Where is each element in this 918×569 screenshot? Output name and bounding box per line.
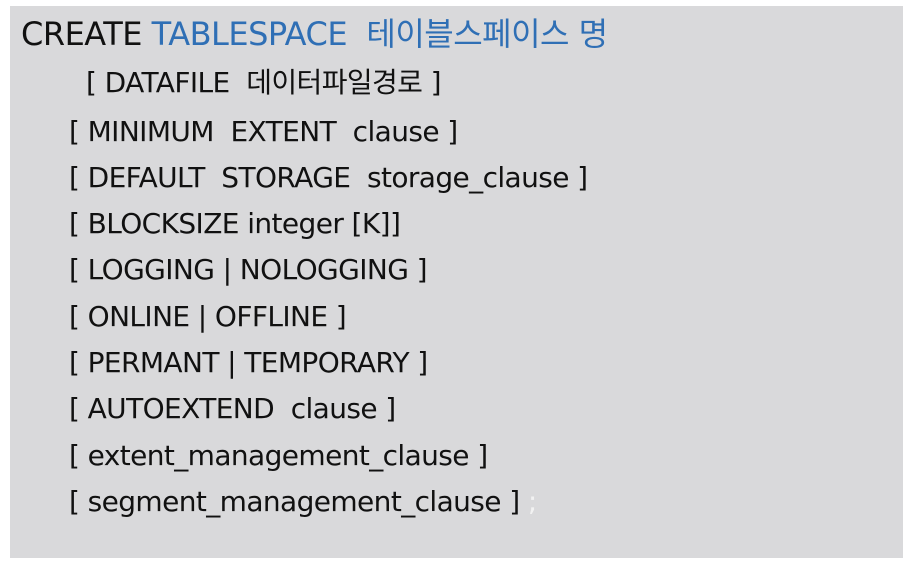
create-keyword: CREATE bbox=[21, 15, 142, 53]
blocksize-clause: [ BLOCKSIZE integer [K]] bbox=[69, 207, 401, 240]
segment-management-line: [ segment_management_clause ] ; bbox=[69, 488, 537, 516]
extent-management-clause: [ extent_management_clause ] bbox=[69, 439, 488, 472]
permanent-clause: [ PERMANT | TEMPORARY ] bbox=[69, 346, 428, 379]
statement-terminator: ; bbox=[519, 485, 537, 518]
statement-header: CREATE TABLESPACE 테이블스페이스 명 bbox=[21, 18, 608, 50]
online-clause: [ ONLINE | OFFLINE ] bbox=[69, 300, 347, 333]
default-storage-clause: [ DEFAULT STORAGE storage_clause ] bbox=[69, 161, 588, 194]
autoextend-clause: [ AUTOEXTEND clause ] bbox=[69, 392, 396, 425]
syntax-panel: CREATE TABLESPACE 테이블스페이스 명 [ DATAFILE 데… bbox=[10, 6, 903, 558]
tablespace-name-placeholder: 테이블스페이스 명 bbox=[366, 15, 608, 53]
minimum-extent-clause: [ MINIMUM EXTENT clause ] bbox=[69, 115, 458, 148]
logging-clause: [ LOGGING | NOLOGGING ] bbox=[69, 253, 428, 286]
segment-management-clause: [ segment_management_clause ] bbox=[69, 485, 520, 518]
tablespace-keyword: TABLESPACE bbox=[151, 15, 348, 53]
datafile-clause: [ DATAFILE 데이터파일경로 ] bbox=[86, 66, 442, 99]
